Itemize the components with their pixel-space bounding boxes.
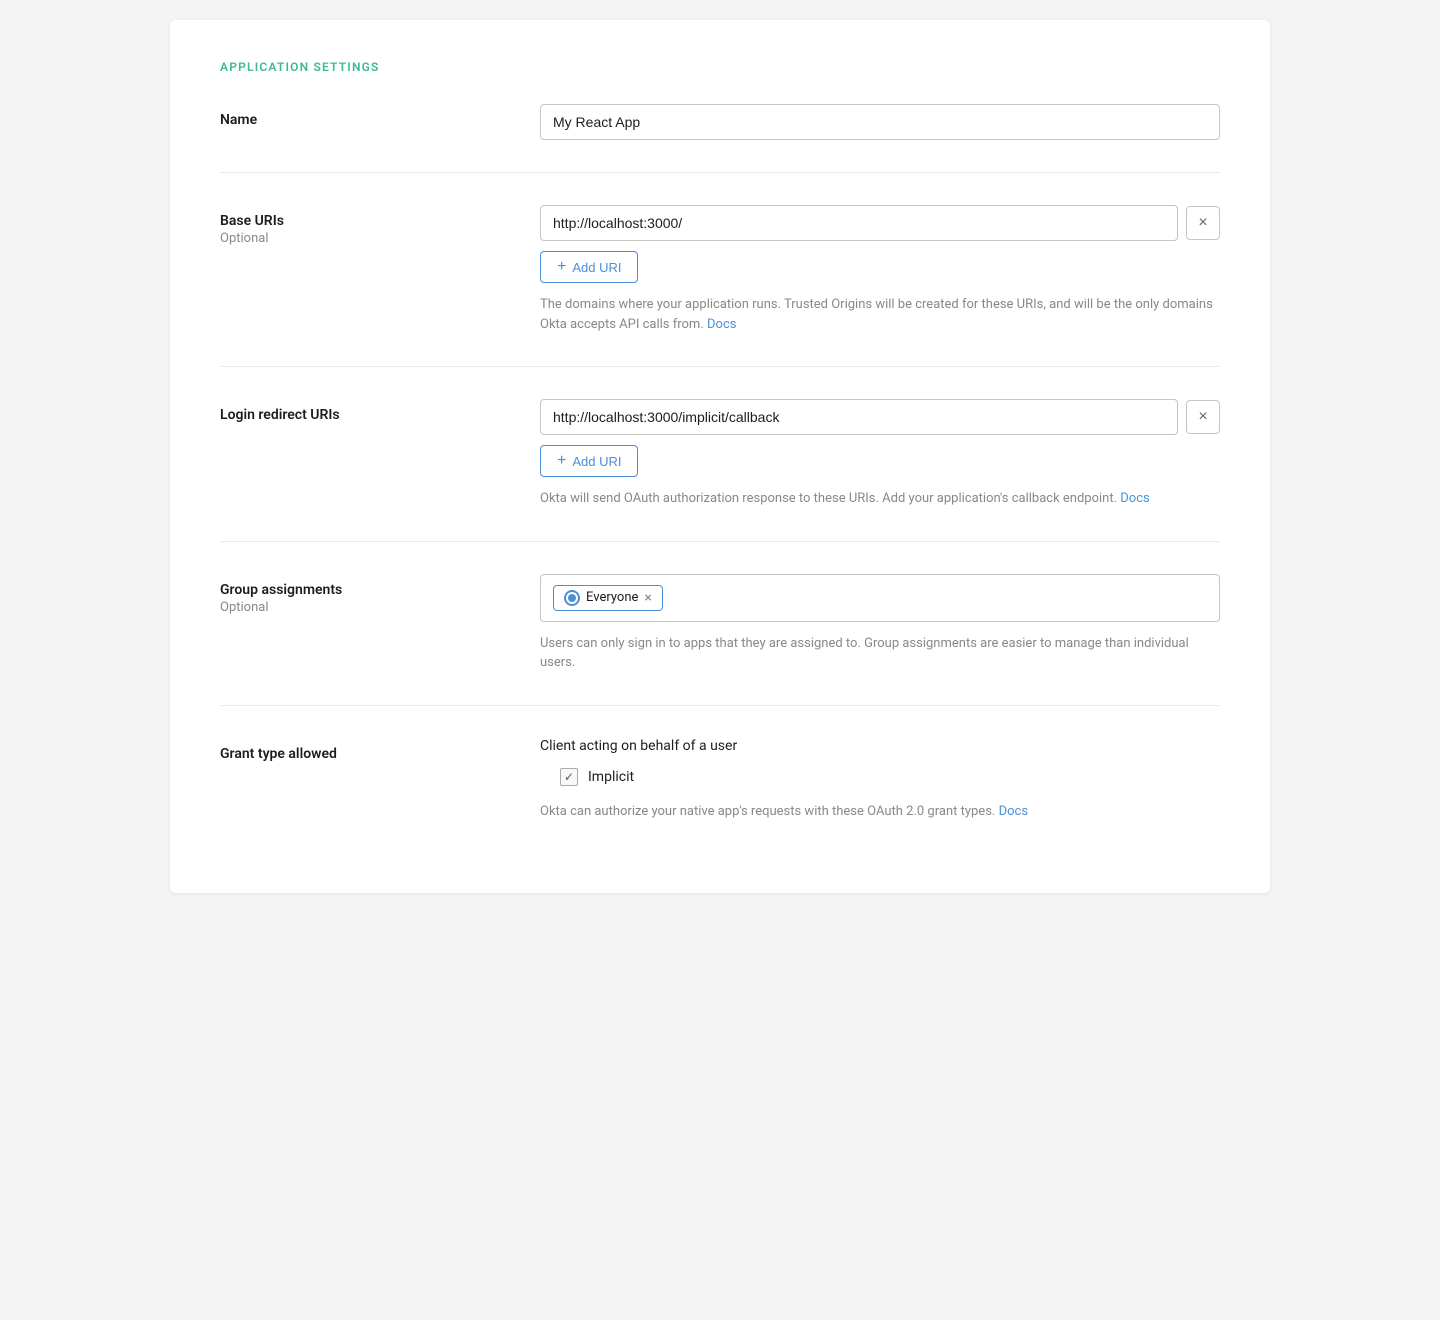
group-radio-icon — [564, 590, 580, 606]
plus-icon-2: + — [557, 453, 566, 469]
implicit-label: Implicit — [588, 769, 634, 785]
base-uris-field-col: × + Add URI The domains where your appli… — [540, 205, 1220, 334]
divider-1 — [220, 172, 1220, 173]
login-redirect-add-label: Add URI — [572, 454, 621, 469]
group-assignments-helper-text: Users can only sign in to apps that they… — [540, 636, 1189, 671]
group-everyone-label: Everyone — [586, 590, 638, 605]
base-uris-clear-icon: × — [1198, 214, 1207, 232]
base-uris-label: Base URIs — [220, 213, 540, 229]
login-redirect-docs-link[interactable]: Docs — [1120, 491, 1149, 506]
divider-4 — [220, 705, 1220, 706]
name-field-col — [540, 104, 1220, 140]
login-redirect-label: Login redirect URIs — [220, 407, 540, 423]
base-uris-docs-link[interactable]: Docs — [707, 317, 736, 332]
name-label: Name — [220, 112, 540, 128]
base-uris-label-col: Base URIs Optional — [220, 205, 540, 246]
grant-type-helper-text: Okta can authorize your native app's req… — [540, 804, 995, 819]
grant-type-field-col: Client acting on behalf of a user ✓ Impl… — [540, 738, 1220, 822]
grant-type-row: Grant type allowed Client acting on beha… — [220, 738, 1220, 822]
group-assignments-field-col: Everyone × Users can only sign in to app… — [540, 574, 1220, 673]
group-radio-inner — [568, 594, 576, 602]
group-assignments-sublabel: Optional — [220, 600, 540, 615]
base-uris-add-label: Add URI — [572, 260, 621, 275]
login-redirect-clear-button[interactable]: × — [1186, 400, 1220, 434]
base-uris-helper: The domains where your application runs.… — [540, 295, 1220, 334]
group-everyone-tag: Everyone × — [553, 585, 663, 611]
base-uris-add-button[interactable]: + Add URI — [540, 251, 638, 283]
group-assignments-input[interactable]: Everyone × — [540, 574, 1220, 622]
login-redirect-clear-icon: × — [1198, 408, 1207, 426]
application-settings-card: APPLICATION SETTINGS Name Base URIs Opti… — [170, 20, 1270, 893]
group-assignments-label-col: Group assignments Optional — [220, 574, 540, 615]
base-uris-sublabel: Optional — [220, 231, 540, 246]
base-uris-helper-text: The domains where your application runs.… — [540, 297, 1213, 332]
login-redirect-helper: Okta will send OAuth authorization respo… — [540, 489, 1220, 509]
base-uris-clear-button[interactable]: × — [1186, 206, 1220, 240]
login-redirect-field-col: × + Add URI Okta will send OAuth authori… — [540, 399, 1220, 509]
group-assignments-row: Group assignments Optional Everyone × Us… — [220, 574, 1220, 673]
divider-3 — [220, 541, 1220, 542]
grant-type-label: Grant type allowed — [220, 746, 540, 762]
grant-type-subheading: Client acting on behalf of a user — [540, 738, 1220, 754]
implicit-checkbox-row: ✓ Implicit — [540, 768, 1220, 786]
divider-2 — [220, 366, 1220, 367]
login-redirect-row: Login redirect URIs × + Add URI Okta wil… — [220, 399, 1220, 509]
name-row: Name — [220, 104, 1220, 140]
login-redirect-helper-text: Okta will send OAuth authorization respo… — [540, 491, 1117, 506]
section-title: APPLICATION SETTINGS — [220, 60, 1220, 74]
group-everyone-remove[interactable]: × — [644, 591, 651, 605]
name-label-col: Name — [220, 104, 540, 128]
grant-type-label-col: Grant type allowed — [220, 738, 540, 762]
login-redirect-label-col: Login redirect URIs — [220, 399, 540, 423]
plus-icon: + — [557, 259, 566, 275]
grant-type-helper: Okta can authorize your native app's req… — [540, 802, 1220, 822]
login-redirect-add-button[interactable]: + Add URI — [540, 445, 638, 477]
group-assignments-helper: Users can only sign in to apps that they… — [540, 634, 1220, 673]
login-redirect-input[interactable] — [540, 399, 1178, 435]
checkmark-icon: ✓ — [564, 770, 574, 784]
base-uris-input[interactable] — [540, 205, 1178, 241]
base-uris-row: Base URIs Optional × + Add URI The domai… — [220, 205, 1220, 334]
group-assignments-label: Group assignments — [220, 582, 540, 598]
implicit-checkbox[interactable]: ✓ — [560, 768, 578, 786]
grant-type-docs-link[interactable]: Docs — [999, 804, 1028, 819]
name-input[interactable] — [540, 104, 1220, 140]
login-redirect-input-row: × — [540, 399, 1220, 435]
base-uris-input-row: × — [540, 205, 1220, 241]
